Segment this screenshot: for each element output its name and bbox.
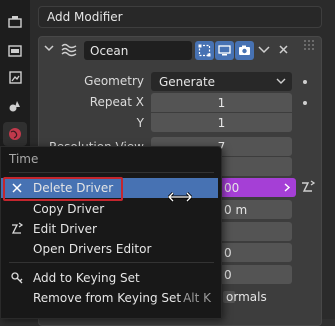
spatial-size-value: 0	[224, 245, 232, 260]
chevron-right-icon	[284, 183, 291, 192]
edit-driver-icon	[11, 222, 24, 234]
edit-mode-toggle[interactable]	[195, 41, 214, 60]
menu-item-label: Open Drivers Editor	[33, 242, 152, 256]
depth-field[interactable]: 0 m	[210, 200, 292, 219]
geometry-dropdown[interactable]: Generate	[151, 72, 292, 91]
add-modifier-label: Add Modifier	[47, 10, 123, 24]
tab-scene[interactable]	[3, 94, 27, 118]
repeat-x-value: 1	[217, 95, 226, 110]
animate-property-dot[interactable]	[303, 101, 307, 105]
panel-drag-handle[interactable]	[302, 39, 314, 53]
remove-modifier-icon[interactable]	[278, 44, 289, 55]
modifier-name: Ocean	[90, 43, 129, 58]
realtime-toggle[interactable]	[215, 41, 234, 60]
random-seed-field[interactable]	[210, 222, 292, 241]
random-field[interactable]: 0	[210, 265, 292, 284]
dropdown-chevron-icon	[276, 78, 286, 84]
repeat-x-label: Repeat X	[89, 95, 144, 109]
edit-mode-icon	[198, 44, 211, 57]
time-value: 00	[224, 180, 240, 195]
world-icon	[9, 128, 21, 140]
animate-property-dot[interactable]	[303, 80, 307, 84]
repeat-x-field[interactable]: 1	[151, 93, 292, 112]
driver-icon[interactable]	[300, 179, 316, 195]
geometry-label: Geometry	[84, 74, 144, 88]
geometry-value: Generate	[159, 74, 216, 89]
modifier-menu-chevron-icon[interactable]	[258, 45, 270, 55]
random-value: 0	[224, 267, 232, 282]
menu-item-label: Copy Driver	[33, 202, 105, 216]
menu-separator	[9, 172, 214, 173]
menu-item-edit-driver[interactable]: Edit Driver	[1, 219, 219, 239]
menu-item-label: Edit Driver	[33, 222, 97, 236]
menu-item-label: Add to Keying Set	[33, 271, 140, 285]
drag-handle-icon	[304, 40, 314, 50]
add-modifier-dropdown[interactable]: Add Modifier	[38, 6, 322, 28]
keying-set-icon	[11, 272, 23, 284]
output-icon	[9, 71, 22, 84]
repeat-y-value: 1	[217, 115, 226, 130]
tab-output[interactable]	[3, 66, 27, 90]
resize-cursor-icon	[168, 191, 192, 203]
collapse-chevron-icon[interactable]	[44, 43, 54, 53]
time-field[interactable]: 00	[210, 178, 296, 197]
highlight-box	[3, 177, 123, 201]
render-icon	[8, 45, 22, 57]
depth-value: 0 m	[224, 202, 248, 217]
monitor-icon	[218, 45, 231, 56]
camera-icon	[239, 45, 250, 55]
repeat-y-label: Y	[136, 116, 144, 130]
tool-icon	[8, 16, 22, 28]
menu-item-label: Remove from Keying Set	[33, 291, 182, 305]
tab-world[interactable]	[3, 122, 27, 146]
tab-tool[interactable]	[3, 10, 27, 34]
menu-item-remove-from-keying-set[interactable]: Remove from Keying Set Alt K	[1, 288, 219, 308]
tab-render[interactable]	[3, 39, 27, 63]
modifier-name-field[interactable]: Ocean	[84, 41, 192, 60]
render-toggle[interactable]	[235, 41, 254, 60]
menu-item-open-drivers-editor[interactable]: Open Drivers Editor	[1, 239, 219, 259]
context-menu-title: Time	[9, 152, 39, 166]
spatial-size-field[interactable]: 0	[210, 243, 292, 262]
repeat-y-field[interactable]: 1	[151, 113, 292, 132]
menu-item-shortcut: Alt K	[183, 291, 211, 305]
menu-separator	[9, 262, 214, 263]
ocean-modifier-icon	[61, 43, 77, 57]
menu-item-add-to-keying-set[interactable]: Add to Keying Set	[1, 268, 219, 288]
generate-normals-label: ormals	[226, 290, 267, 304]
scene-icon	[9, 101, 20, 112]
